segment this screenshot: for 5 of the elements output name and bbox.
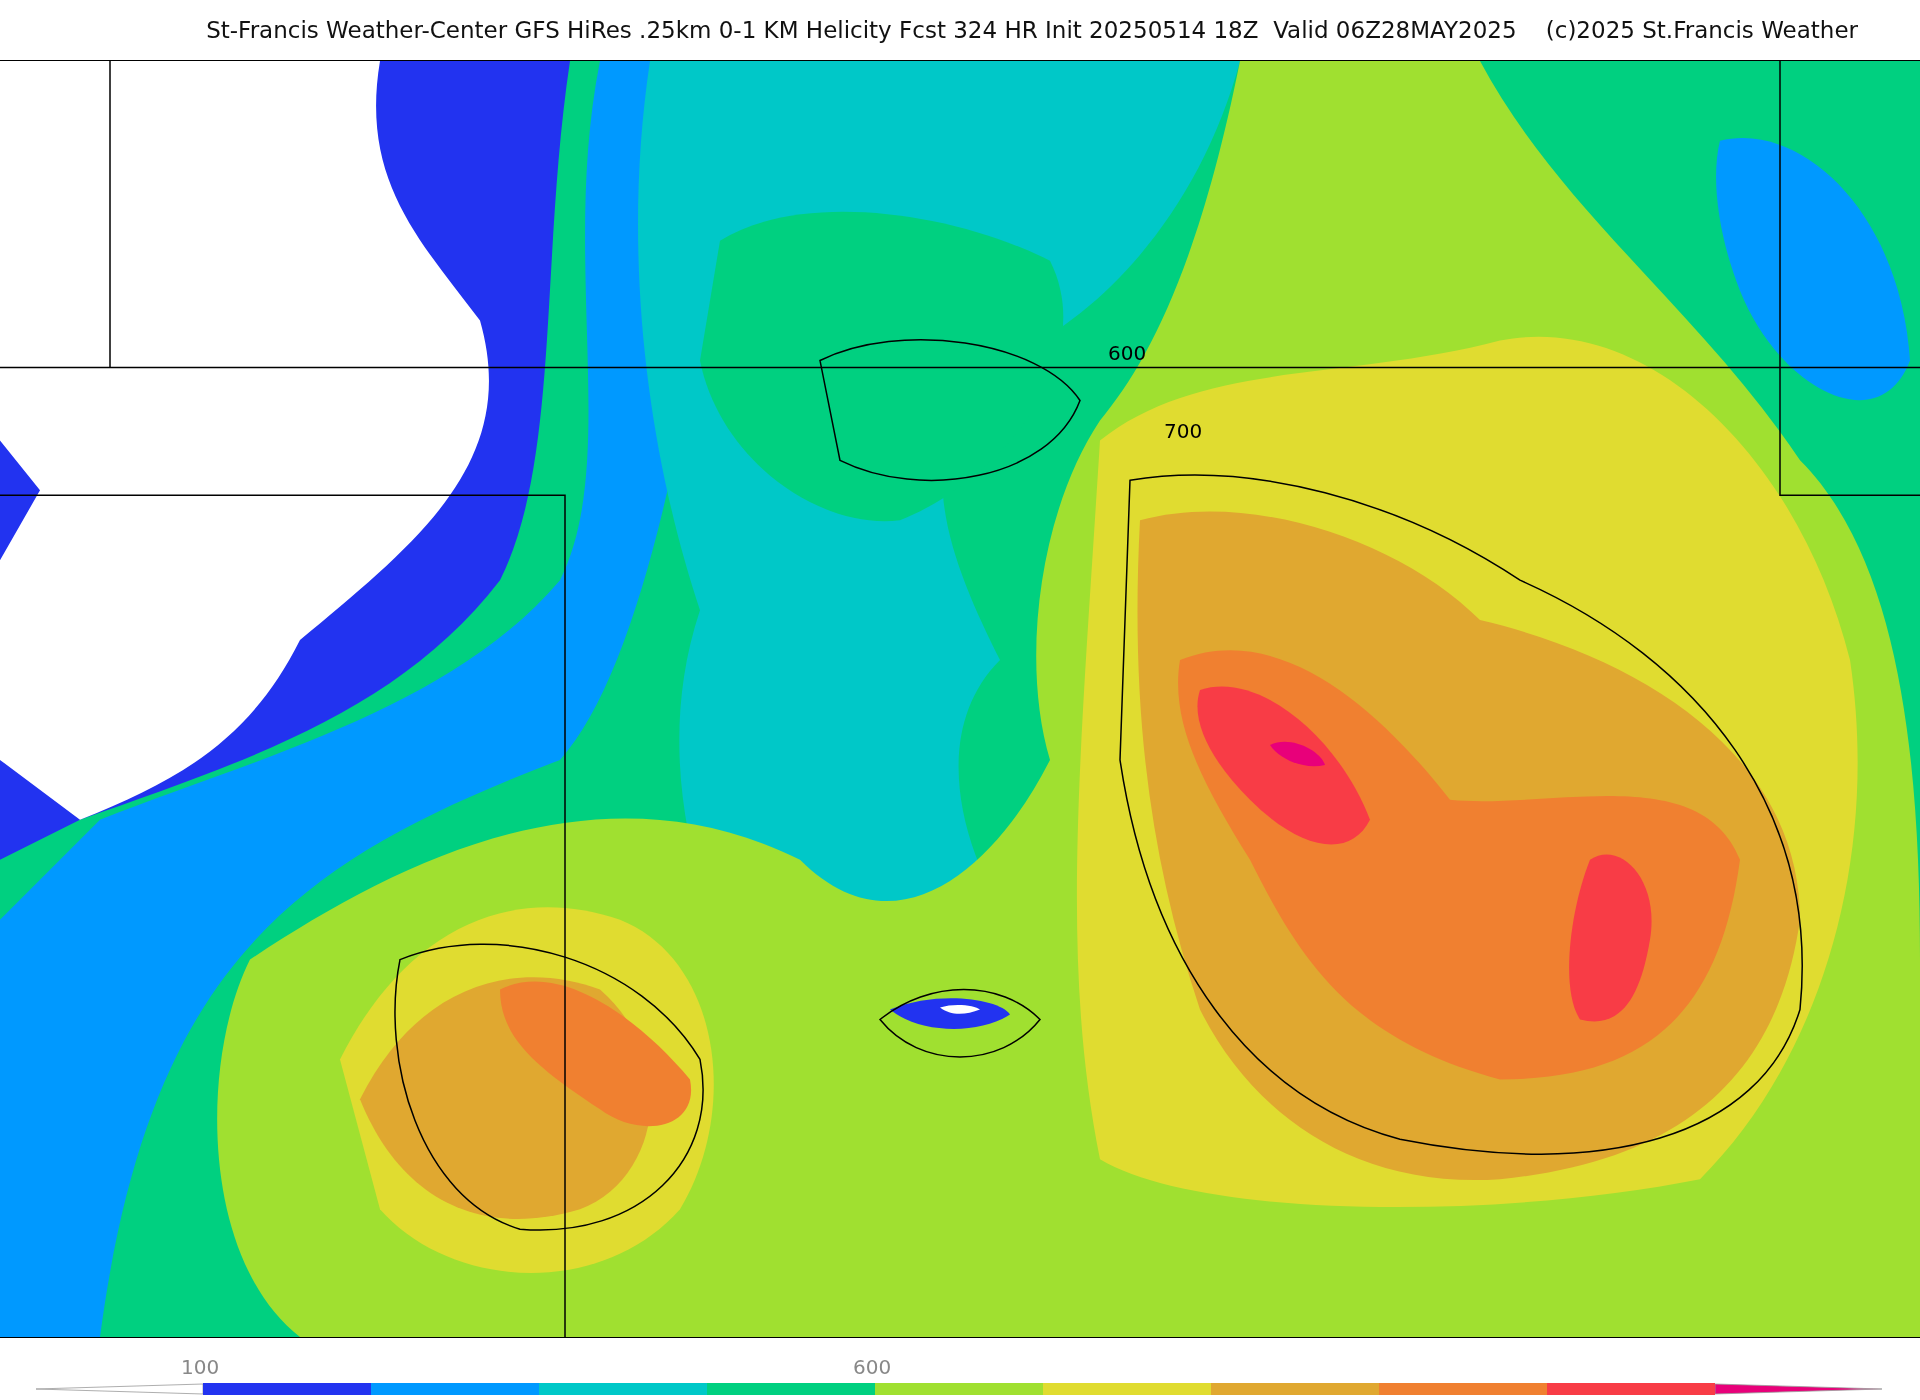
contour-label: 700 — [1164, 419, 1203, 444]
chart-title: St-Francis Weather-Center GFS HiRes .25km 0-1 KM Helicity Fcst 324 HR Init 20250514 18Z Valid 06Z28MAY2025 (c)2025 St.Francis Weather — [206, 17, 1858, 43]
contour-label: 600 — [1108, 340, 1147, 365]
colorbar-label: 600 — [853, 1355, 892, 1379]
colorbar-label: 100 — [181, 1355, 220, 1379]
